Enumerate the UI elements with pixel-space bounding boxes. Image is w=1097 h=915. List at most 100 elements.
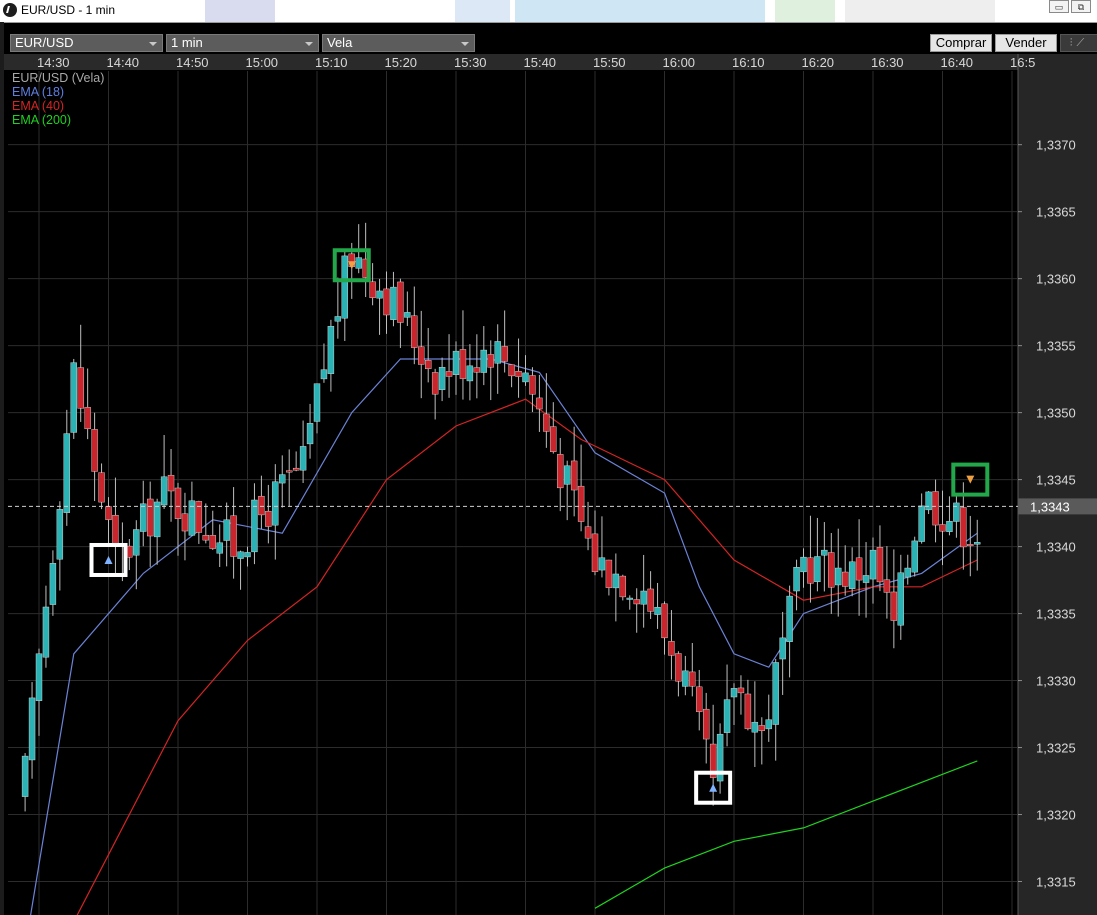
- candle-bearish: [744, 693, 752, 730]
- candle-bullish: [821, 549, 828, 556]
- candle-bullish: [626, 597, 633, 600]
- candle-bearish: [202, 534, 210, 541]
- candle-bullish: [306, 423, 314, 445]
- time-tick-label: 15:40: [524, 55, 557, 70]
- candle-bearish: [508, 364, 515, 377]
- candle-bearish: [855, 557, 863, 581]
- candlestick-chart[interactable]: 14:30 14:40 14:50 15:00 15:10 15:20 15:30 15:40…: [0, 0, 1097, 915]
- candle-bearish: [146, 498, 154, 537]
- candle-bullish: [320, 369, 328, 380]
- candle-bearish: [807, 557, 814, 584]
- candle-bearish: [876, 547, 884, 583]
- candle-bearish: [529, 375, 536, 395]
- candle-bullish: [133, 529, 140, 556]
- candle-bullish: [835, 567, 842, 586]
- candle-bullish: [153, 501, 161, 538]
- price-tick-label: 1,3320: [1036, 808, 1076, 823]
- time-tick-label: 15:50: [593, 55, 626, 70]
- chart-legend: EUR/USD (Vela) EMA (18) EMA (40) EMA (20…: [12, 71, 104, 127]
- candle-bullish: [682, 670, 689, 687]
- candle-bullish: [800, 556, 807, 573]
- candle-bullish: [327, 326, 335, 374]
- candle-bearish: [84, 407, 91, 430]
- candle-bullish: [974, 542, 981, 545]
- candle-bullish: [772, 662, 779, 725]
- candle-bullish: [70, 362, 77, 433]
- price-tick-label: 1,3315: [1036, 875, 1076, 890]
- candle-bullish: [49, 563, 57, 605]
- candle-bearish: [181, 513, 189, 532]
- candle-bullish: [564, 465, 571, 485]
- candle-bullish: [56, 509, 64, 560]
- price-tick-label: 1,3365: [1036, 205, 1076, 220]
- candle-bearish: [431, 372, 439, 395]
- candle-bullish: [160, 476, 168, 506]
- candle-bearish: [536, 397, 543, 410]
- candle-bearish: [459, 349, 467, 379]
- candle-bearish: [696, 686, 703, 712]
- candle-bearish: [105, 506, 112, 520]
- candle-bullish: [299, 446, 307, 471]
- candle-bullish: [188, 500, 196, 536]
- candle-bearish: [473, 367, 481, 373]
- time-tick-label: 16:00: [663, 55, 696, 70]
- candle-bearish: [689, 671, 696, 687]
- candle-bearish: [369, 281, 376, 298]
- candle-bearish: [292, 467, 300, 471]
- candle-bullish: [779, 637, 786, 660]
- candle-bearish: [286, 470, 293, 473]
- candle-bearish: [932, 491, 939, 526]
- candle-bullish: [42, 606, 50, 658]
- candle-bearish: [543, 413, 550, 432]
- candle-bearish: [487, 354, 494, 368]
- candle-bearish: [397, 281, 404, 323]
- candle-bullish: [723, 699, 731, 733]
- candle-bullish: [438, 367, 446, 390]
- time-tick-label: 14:30: [37, 55, 70, 70]
- candle-bearish: [883, 579, 891, 593]
- candle-bearish: [703, 708, 710, 740]
- candle-bullish: [869, 549, 877, 580]
- candle-bullish: [63, 433, 70, 513]
- candle-bullish: [765, 719, 772, 730]
- candle-bearish: [209, 535, 216, 549]
- time-tick-label: 16:40: [941, 55, 974, 70]
- plot-area: [8, 71, 1018, 915]
- candle-bearish: [890, 591, 898, 621]
- candle-bullish: [272, 481, 279, 526]
- price-tick-label: 1,3335: [1036, 607, 1076, 622]
- candle-bullish: [946, 521, 953, 532]
- candle-bearish: [167, 474, 175, 492]
- time-tick-label: 15:20: [385, 55, 418, 70]
- candle-bearish: [418, 346, 425, 365]
- candle-bullish: [814, 556, 821, 583]
- candle-bullish: [28, 697, 36, 761]
- candle-bullish: [897, 572, 904, 626]
- candle-bullish: [904, 567, 911, 578]
- candle-bearish: [112, 514, 119, 546]
- candle-bullish: [494, 341, 501, 364]
- candle-bearish: [501, 346, 508, 362]
- candle-bullish: [355, 257, 362, 269]
- legend-ema40: EMA (40): [12, 99, 65, 113]
- price-tick-label: 1,3325: [1036, 741, 1076, 756]
- price-tick-label: 1,3340: [1036, 540, 1076, 555]
- candle-bearish: [515, 371, 522, 377]
- candle-bullish: [237, 551, 244, 559]
- price-tick-label: 1,3355: [1036, 339, 1076, 354]
- time-tick-label: 16:5: [1010, 55, 1035, 70]
- candle-bullish: [390, 286, 397, 320]
- candle-bearish: [737, 687, 745, 694]
- candle-bearish: [939, 524, 946, 532]
- candle-bearish: [174, 487, 182, 519]
- time-tick-label: 14:40: [107, 55, 140, 70]
- time-tick-label: 14:50: [176, 55, 209, 70]
- time-tick-label: 16:20: [802, 55, 835, 70]
- candle-bearish: [967, 544, 974, 547]
- candle-bullish: [862, 575, 870, 583]
- candle-bearish: [661, 603, 668, 639]
- candle-bullish: [911, 540, 918, 573]
- candle-bullish: [376, 290, 383, 299]
- candle-bullish: [404, 312, 411, 318]
- candle-bullish: [918, 505, 925, 542]
